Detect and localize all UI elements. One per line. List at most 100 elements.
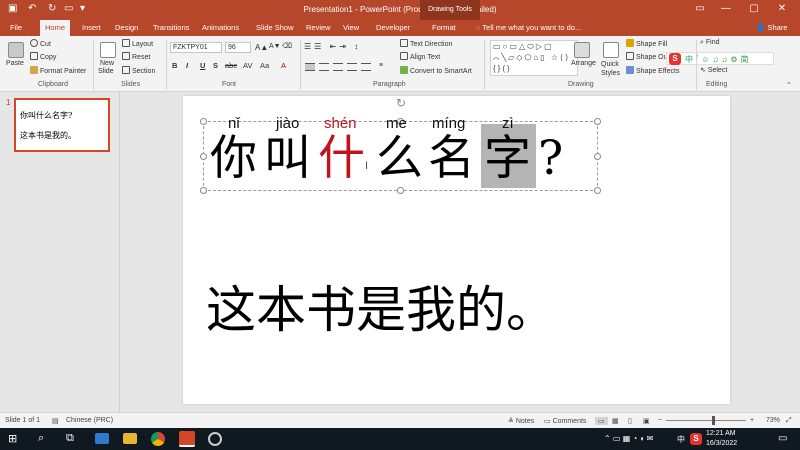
change-case-button[interactable]: Aa (260, 61, 269, 70)
bold-button[interactable]: B (172, 61, 177, 70)
resize-handle[interactable] (200, 153, 207, 160)
tab-home[interactable]: Home (40, 20, 71, 36)
font-name-select[interactable]: FZKTPY01 (170, 42, 222, 53)
share-button[interactable]: 👤 Share (756, 23, 787, 32)
align-center-icon[interactable] (319, 63, 329, 71)
text-shadow-button[interactable]: S (213, 61, 218, 70)
font-color-icon[interactable]: A (281, 61, 286, 70)
resize-handle[interactable] (594, 118, 601, 125)
hanzi-me[interactable]: 么 (376, 131, 423, 187)
normal-view-icon[interactable]: ▭ (595, 417, 608, 425)
tell-me-search[interactable]: ◌ Tell me what you want to do... (476, 23, 581, 32)
paste-icon[interactable] (8, 42, 24, 58)
fit-to-window-icon[interactable]: ⤢ (786, 417, 792, 425)
zoom-out-button[interactable]: − (658, 417, 662, 424)
close-button[interactable]: ✕ (772, 3, 792, 14)
tab-design[interactable]: Design (115, 23, 138, 32)
reading-view-icon[interactable]: ▯ (628, 417, 632, 425)
clock-date[interactable]: 16/3/2022 (706, 440, 737, 447)
tab-file[interactable]: File (10, 23, 22, 32)
sogou-icon[interactable]: S (669, 53, 681, 65)
hanzi-question-mark[interactable]: ? (538, 131, 563, 187)
clear-format-icon[interactable]: ⌫ (282, 42, 292, 50)
task-view-icon[interactable]: ⧉ (66, 432, 74, 445)
file-explorer-icon[interactable] (123, 433, 137, 444)
slide-sorter-icon[interactable]: ▦ (612, 417, 619, 425)
ime-toolbar[interactable]: S 中ꜝ☺♫♫⚙简 (666, 52, 774, 65)
font-size-select[interactable]: 96 (225, 42, 251, 53)
arrange-label[interactable]: Arrange (571, 60, 596, 67)
char-spacing-button[interactable]: AV (243, 61, 252, 70)
restore-button[interactable]: ▢ (744, 3, 764, 14)
pinyin-zi[interactable]: zì (502, 115, 514, 132)
pinyin-me[interactable]: me (386, 115, 407, 132)
notes-button[interactable]: ≜ Notes (508, 417, 534, 425)
notifications-icon[interactable]: ▭ (778, 433, 787, 444)
copy-button[interactable]: Copy (30, 52, 56, 61)
shape-fill-button[interactable]: Shape Fill (626, 39, 667, 48)
hanzi-zi[interactable]: 字 (484, 131, 531, 187)
arrange-icon[interactable] (574, 42, 590, 58)
new-slide-label-2[interactable]: Slide (98, 68, 114, 75)
align-text-button[interactable]: Align Text (400, 52, 440, 61)
tab-view[interactable]: View (343, 23, 359, 32)
sogou-tray-icon[interactable]: S (690, 433, 702, 445)
list-buttons-icon[interactable]: ☰☰ ⇤⇥ ↕ (304, 42, 361, 51)
powerpoint-taskbar-icon[interactable] (179, 431, 195, 447)
zoom-in-button[interactable]: + (750, 417, 754, 424)
align-right-icon[interactable] (333, 63, 343, 71)
reset-button[interactable]: Reset (122, 52, 150, 61)
justify-icon[interactable] (347, 63, 357, 71)
spellcheck-icon[interactable]: ▤ (52, 417, 59, 425)
tab-insert[interactable]: Insert (82, 23, 101, 32)
smartart-button[interactable]: Convert to SmartArt (400, 66, 472, 75)
resize-handle[interactable] (397, 187, 404, 194)
tab-transitions[interactable]: Transitions (153, 23, 189, 32)
align-left-icon[interactable] (305, 63, 315, 71)
slideshow-icon[interactable]: ▣ (643, 417, 650, 425)
underline-button[interactable]: U (200, 61, 205, 70)
tab-review[interactable]: Review (306, 23, 331, 32)
obs-icon[interactable] (208, 432, 222, 446)
tab-developer[interactable]: Developer (376, 23, 410, 32)
tab-format[interactable]: Format (432, 23, 456, 32)
line-spacing-icon[interactable]: ≡ (379, 62, 383, 69)
resize-handle[interactable] (594, 153, 601, 160)
tray-icons[interactable]: ⌃ ▭ ▦ ◔ ◖ ✉ (604, 434, 653, 443)
rotate-handle-icon[interactable]: ↻ (396, 96, 406, 110)
chrome-icon[interactable] (151, 432, 165, 446)
windows-start-icon[interactable]: ⊞ (8, 432, 17, 445)
new-slide-label-1[interactable]: New (100, 60, 114, 67)
cut-button[interactable]: Cut (30, 39, 51, 48)
shape-effects-button[interactable]: Shape Effects (626, 66, 679, 75)
columns-icon[interactable] (361, 63, 371, 71)
mail-icon[interactable] (95, 433, 109, 444)
layout-button[interactable]: Layout (122, 39, 153, 48)
paste-label[interactable]: Paste (6, 60, 24, 67)
new-slide-icon[interactable] (100, 42, 116, 58)
quick-styles-icon[interactable] (603, 42, 619, 58)
pinyin-shen[interactable]: shén (324, 115, 357, 132)
search-icon[interactable]: ⌕ (38, 432, 44, 445)
hanzi-jiao[interactable]: 叫 (264, 131, 311, 187)
find-button[interactable]: ⌕ Find (700, 39, 720, 47)
hanzi-shen[interactable]: 什 (318, 131, 365, 187)
resize-handle[interactable] (594, 187, 601, 194)
shrink-font-icon[interactable]: A▼ (269, 43, 281, 50)
tab-animations[interactable]: Animations (202, 23, 239, 32)
zoom-slider-thumb[interactable] (712, 416, 715, 425)
shapes-gallery[interactable]: ▭○▭△⬭▷▢ ⌒╲▱◇⬠⌂▯ ☆⟨⟩{}() (490, 40, 578, 76)
pinyin-ming[interactable]: míng (432, 115, 465, 132)
italic-button[interactable]: I (186, 61, 188, 70)
ribbon-options-icon[interactable]: ▭ (690, 3, 710, 14)
zoom-level[interactable]: 73% (766, 417, 780, 424)
comments-button[interactable]: ▭ Comments (544, 417, 586, 425)
ime-icons[interactable]: 中ꜝ☺♫♫⚙简 (685, 54, 752, 65)
section-button[interactable]: Section (122, 66, 155, 75)
pinyin-ni[interactable]: nǐ (228, 115, 240, 132)
collapse-ribbon-icon[interactable]: ⌃ (786, 81, 792, 89)
pinyin-jiao[interactable]: jiào (276, 115, 299, 132)
minimize-button[interactable]: — (716, 3, 736, 14)
hanzi-ming[interactable]: 名 (428, 131, 475, 187)
zoom-slider[interactable] (666, 420, 746, 421)
